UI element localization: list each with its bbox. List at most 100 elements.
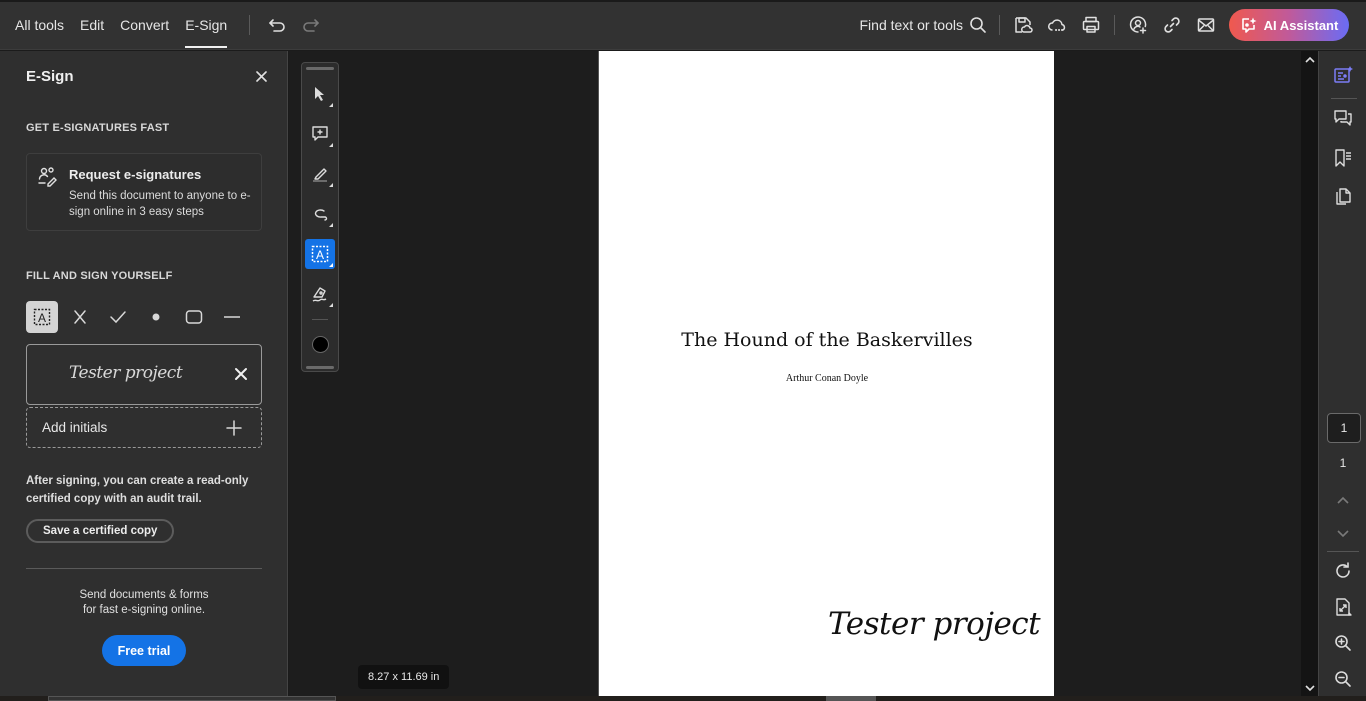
svg-text:A: A <box>316 248 324 262</box>
find-text-or-tools[interactable]: Find text or tools <box>860 16 994 34</box>
add-comment-tool[interactable] <box>305 119 335 149</box>
request-signatures-icon <box>38 167 57 187</box>
pdf-page: The Hound of the Baskervilles Arthur Con… <box>598 51 1054 696</box>
save-button[interactable] <box>1006 8 1040 42</box>
bookmark-icon <box>1335 149 1351 167</box>
submenu-indicator <box>329 303 333 307</box>
comment-plus-icon <box>312 126 328 141</box>
section-heading-get-esignatures: GET E-SIGNATURES FAST <box>26 122 170 134</box>
sidebar-divider <box>1331 98 1357 99</box>
scroll-down-button[interactable] <box>1303 681 1316 694</box>
request-esignatures-card[interactable]: Request e-signatures Send this document … <box>26 153 262 231</box>
print-icon <box>1082 16 1100 33</box>
nav-convert[interactable]: Convert <box>112 0 177 50</box>
draw-tool[interactable] <box>305 199 335 229</box>
cloud-icon <box>1048 19 1066 31</box>
ai-assistant-icon <box>1241 17 1257 33</box>
scroll-up-button[interactable] <box>1303 53 1316 66</box>
line-tool[interactable] <box>216 301 248 333</box>
sign-tool[interactable] <box>305 279 335 309</box>
horizontal-scrollbar[interactable] <box>0 696 1366 701</box>
bookmarks-button[interactable] <box>1331 146 1355 170</box>
placed-signature-text: Tester project <box>828 606 1041 642</box>
select-tool[interactable] <box>305 79 335 109</box>
promo-line-2: for fast e-signing online. <box>82 604 206 616</box>
save-certified-copy-button[interactable]: Save a certified copy <box>26 519 175 543</box>
zoom-in-icon <box>1335 635 1351 651</box>
email-icon <box>1197 18 1215 32</box>
current-page-input[interactable]: 1 <box>1327 413 1361 443</box>
link-icon <box>1164 17 1180 33</box>
copy-pages-icon <box>1336 188 1351 205</box>
active-tab-indicator <box>185 46 228 48</box>
rotate-icon <box>1336 562 1350 578</box>
top-toolbar: All tools Edit Convert E-Sign Find text … <box>0 0 1366 50</box>
freehand-lasso-icon <box>314 209 328 221</box>
zoom-out-button[interactable] <box>1331 667 1355 691</box>
comments-button[interactable] <box>1331 106 1355 130</box>
highlight-tool[interactable] <box>305 159 335 189</box>
cloud-save-button[interactable] <box>1040 8 1074 42</box>
close-panel-button[interactable] <box>252 67 270 85</box>
nav-divider <box>249 15 251 35</box>
zoom-in-button[interactable] <box>1331 631 1355 655</box>
page-size-badge: 8.27 x 11.69 in <box>358 665 450 689</box>
next-page-button[interactable] <box>1331 522 1355 546</box>
submenu-indicator <box>329 223 333 227</box>
chevron-down-icon <box>1304 684 1315 691</box>
drag-handle[interactable] <box>306 67 334 70</box>
chevron-up-icon <box>1337 496 1349 504</box>
add-text-tool[interactable]: A <box>26 301 58 333</box>
dot-tool[interactable] <box>140 301 172 333</box>
right-sidebar: 1 1 <box>1318 51 1366 701</box>
cross-mark-tool[interactable] <box>64 301 96 333</box>
add-initials-button[interactable]: Add initials <box>26 407 262 448</box>
rotate-button[interactable] <box>1331 559 1355 583</box>
free-trial-button[interactable]: Free trial <box>102 635 186 666</box>
ai-assistant-label: AI Assistant <box>1263 17 1339 33</box>
nav-label: E-Sign <box>185 17 228 33</box>
check-mark-tool[interactable] <box>102 301 134 333</box>
close-icon <box>255 70 267 82</box>
fit-page-button[interactable] <box>1331 595 1355 619</box>
total-pages: 1 <box>1339 456 1347 470</box>
copy-link-button[interactable] <box>1155 8 1189 42</box>
vertical-scrollbar[interactable] <box>1301 51 1318 696</box>
chevron-up-icon <box>1304 56 1315 63</box>
scrollbar-thumb[interactable] <box>826 696 876 701</box>
nav-all-tools[interactable]: All tools <box>0 0 72 50</box>
share-button[interactable] <box>1121 8 1155 42</box>
quick-tools-bar: A <box>301 62 339 372</box>
request-esignatures-description: Send this document to anyone to e-sign o… <box>69 190 251 218</box>
ai-summary-button[interactable] <box>1331 63 1355 87</box>
submenu-indicator <box>329 103 333 107</box>
undo-button[interactable] <box>260 8 294 42</box>
delete-signature-icon[interactable] <box>232 365 250 383</box>
nav-label: Convert <box>120 17 170 33</box>
nav-edit[interactable]: Edit <box>72 0 112 50</box>
add-text-field-tool[interactable]: A <box>305 239 335 269</box>
previous-page-button[interactable] <box>1331 488 1355 512</box>
drag-handle[interactable] <box>306 366 334 369</box>
page-thumbnails-button[interactable] <box>1331 185 1355 209</box>
check-mark-icon <box>110 311 126 324</box>
search-icon <box>970 17 986 33</box>
certified-copy-info: After signing, you can create a read-onl… <box>26 475 249 505</box>
plus-icon <box>226 420 242 436</box>
text-field-icon: A <box>33 308 51 326</box>
pen-signature-icon <box>312 287 327 302</box>
print-button[interactable] <box>1074 8 1108 42</box>
placed-signature[interactable]: Tester project <box>824 596 1044 656</box>
rectangle-tool[interactable] <box>178 301 210 333</box>
fit-page-icon <box>1336 598 1352 616</box>
ai-assistant-button[interactable]: AI Assistant <box>1229 9 1349 41</box>
svg-text:A: A <box>38 311 46 325</box>
panel-divider <box>26 568 262 569</box>
email-button[interactable] <box>1189 8 1223 42</box>
redo-button[interactable] <box>294 8 328 42</box>
color-picker[interactable] <box>312 336 329 353</box>
nav-e-sign[interactable]: E-Sign <box>177 0 235 50</box>
right-toolbar: Find text or tools AI Assistant <box>860 0 1366 50</box>
highlighter-icon <box>313 168 327 182</box>
saved-signature[interactable]: Tester project <box>26 344 262 405</box>
